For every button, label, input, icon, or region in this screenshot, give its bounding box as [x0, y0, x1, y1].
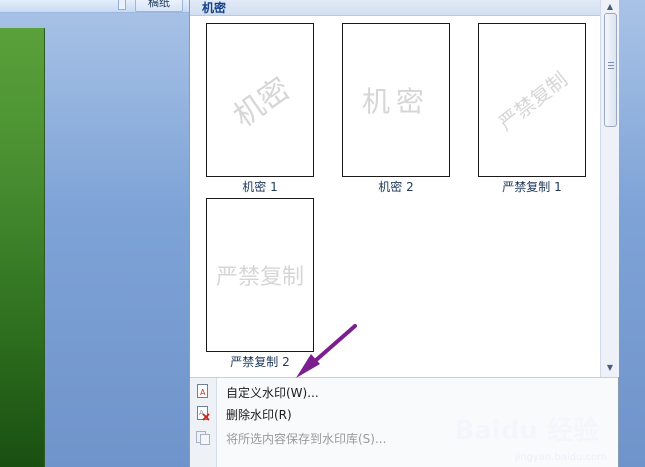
grip-line [608, 65, 614, 66]
manuscript-paper-button[interactable]: 稿纸 [135, 0, 183, 12]
watermark-preview-page: 严禁复制 [206, 198, 314, 352]
svg-text:A: A [199, 409, 204, 417]
menu-item-label: 删除水印(R) [226, 408, 292, 422]
watermark-preview-page: 机密 [342, 23, 450, 177]
grip-line [608, 68, 614, 69]
dialog-launcher-icon[interactable] [118, 0, 126, 10]
watermark-option-confidential-1[interactable]: 机密 机密 1 [206, 23, 316, 203]
watermark-option-do-not-copy-2[interactable]: 严禁复制 严禁复制 2 [206, 198, 316, 377]
watermark-gallery-dropdown: 机密 机密 机密 1 机密 机密 2 严禁复制 严禁复制 1 严禁复制 严禁复制… [189, 0, 619, 467]
scroll-up-arrow-icon[interactable]: ▲ [601, 0, 619, 14]
watermark-preview-text: 严禁复制 [215, 265, 305, 290]
watermark-preview-text: 严禁复制 [494, 67, 572, 136]
grip-line [608, 62, 614, 63]
baidu-jingyan-url: jingyan.baidu.com [514, 452, 607, 463]
menu-item-label: 自定义水印(W)... [226, 386, 319, 400]
menu-item-label: 将所选内容保存到水印库(S)... [226, 432, 387, 446]
gallery-category-title: 机密 [202, 1, 227, 15]
watermark-preview-page: 机密 [206, 23, 314, 177]
scroll-thumb[interactable] [604, 13, 617, 127]
watermark-option-do-not-copy-1[interactable]: 严禁复制 严禁复制 1 [478, 23, 588, 203]
save-to-gallery-icon [196, 431, 210, 445]
menu-item-custom-watermark[interactable]: A 自定义水印(W)... [190, 381, 618, 403]
watermark-preview-text: 机密 [361, 85, 431, 118]
watermark-gallery-items: 机密 机密 1 机密 机密 2 严禁复制 严禁复制 1 严禁复制 严禁复制 2 [190, 16, 600, 377]
svg-text:A: A [200, 388, 206, 397]
watermark-preview-page: 严禁复制 [478, 23, 586, 177]
remove-watermark-icon: A [197, 406, 210, 421]
custom-watermark-icon: A [197, 384, 208, 398]
watermark-preview-text: 机密 [227, 71, 297, 135]
gallery-scrollbar[interactable]: ▲ ▼ [600, 0, 619, 377]
gallery-category-header: 机密 [190, 0, 600, 16]
baidu-jingyan-watermark: Baidu 经验 [454, 416, 599, 446]
watermark-option-label: 机密 2 [378, 180, 414, 194]
watermark-option-label: 严禁复制 2 [230, 355, 290, 369]
watermark-option-label: 机密 1 [242, 180, 278, 194]
watermark-option-confidential-2[interactable]: 机密 机密 2 [342, 23, 452, 203]
slide-document-area [0, 28, 45, 467]
scroll-down-arrow-icon[interactable]: ▼ [601, 361, 619, 375]
watermark-option-label: 严禁复制 1 [502, 180, 562, 194]
ribbon-strip: 稿纸 [0, 0, 190, 13]
